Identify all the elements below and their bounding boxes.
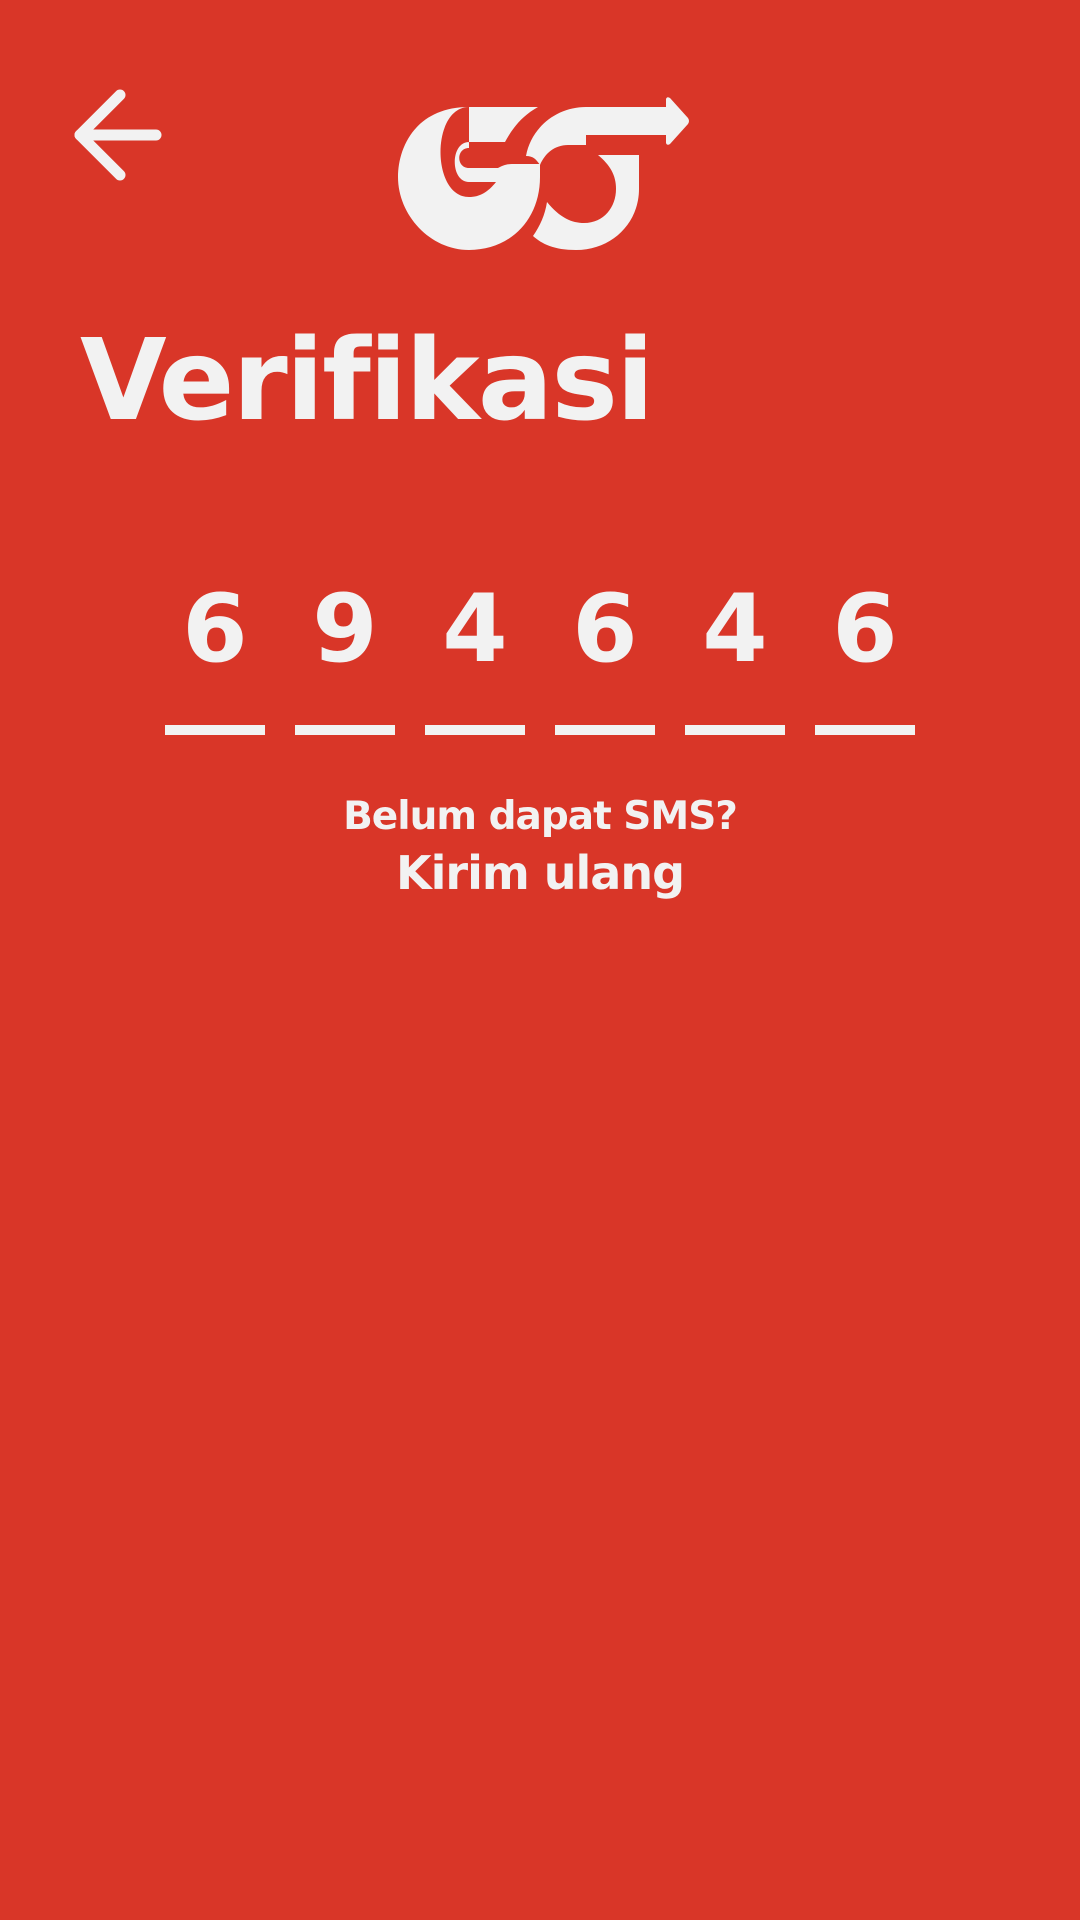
page-title: Verifikasi <box>80 316 654 446</box>
otp-digit: 4 <box>442 575 508 684</box>
otp-digit: 9 <box>312 575 378 684</box>
otp-underline <box>815 725 915 735</box>
otp-input[interactable]: 6 9 4 6 4 6 <box>165 580 915 740</box>
otp-digit: 6 <box>182 575 248 684</box>
otp-digit-field-4[interactable]: 6 <box>555 580 655 740</box>
resend-link[interactable]: Kirim ulang <box>0 844 1080 902</box>
otp-digit-field-1[interactable]: 6 <box>165 580 265 740</box>
otp-underline <box>685 725 785 735</box>
otp-underline <box>165 725 265 735</box>
otp-digit-field-5[interactable]: 4 <box>685 580 785 740</box>
back-button[interactable] <box>70 85 170 185</box>
otp-digit: 4 <box>702 575 768 684</box>
go-logo-icon <box>398 97 689 250</box>
otp-digit-field-3[interactable]: 4 <box>425 580 525 740</box>
otp-digit-field-2[interactable]: 9 <box>295 580 395 740</box>
arrow-left-icon <box>74 89 162 181</box>
resend-question: Belum dapat SMS? <box>343 794 738 839</box>
otp-digit: 6 <box>572 575 638 684</box>
otp-underline <box>425 725 525 735</box>
otp-digit-field-6[interactable]: 6 <box>815 580 915 740</box>
otp-underline <box>295 725 395 735</box>
otp-underline <box>555 725 655 735</box>
otp-digit: 6 <box>832 575 898 684</box>
